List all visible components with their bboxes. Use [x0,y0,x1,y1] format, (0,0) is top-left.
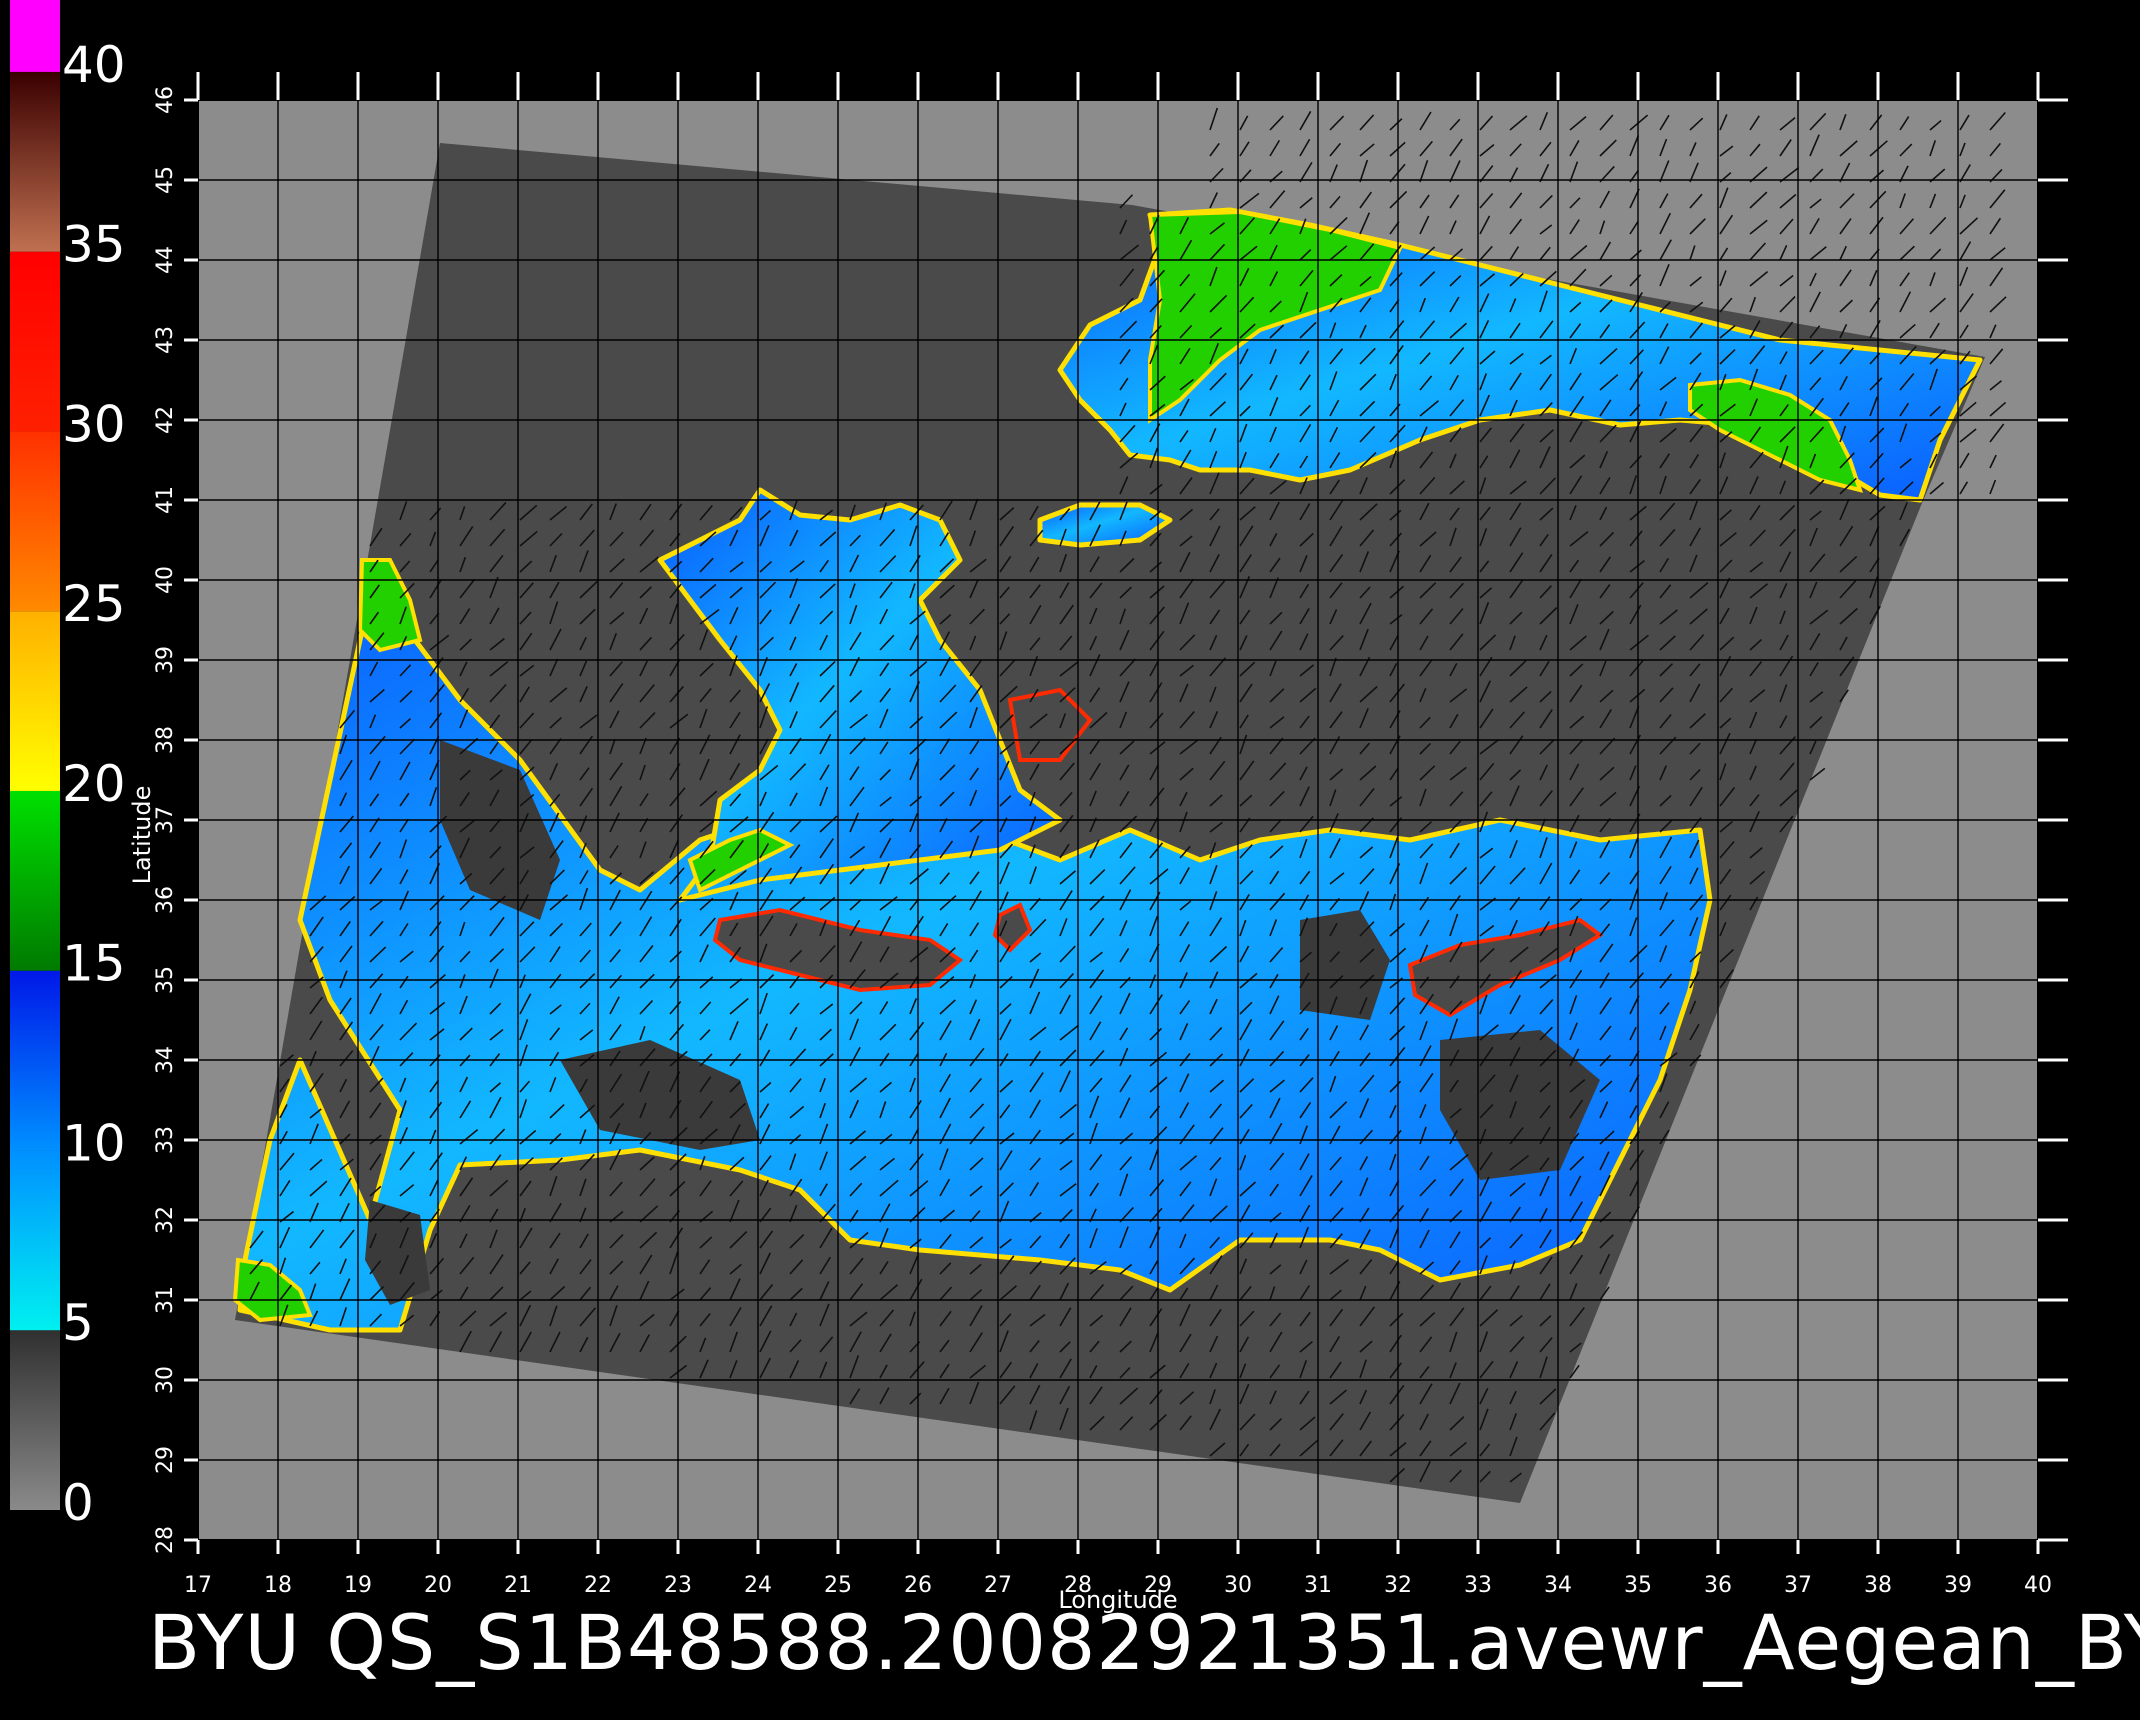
latitude-tick-label: 33 [153,1126,178,1154]
longitude-tick-label: 35 [1624,1573,1652,1598]
longitude-tick-label: 38 [1864,1573,1892,1598]
colorbar-segment [10,790,60,971]
latitude-tick-label: 40 [153,566,178,594]
colorbar-segment [10,611,60,791]
colorbar-segment [10,970,60,1151]
longitude-tick-label: 18 [264,1573,292,1598]
colorbar-label: 5 [62,1294,94,1352]
longitude-tick-label: 40 [2024,1573,2052,1598]
longitude-tick-label: 20 [424,1573,452,1598]
longitude-tick-label: 32 [1384,1573,1412,1598]
latitude-tick-label: 38 [153,726,178,754]
colorbar-segment [10,71,60,252]
longitude-tick-label: 25 [824,1573,852,1598]
colorbar-label: 15 [62,935,126,993]
longitude-tick-label: 23 [664,1573,692,1598]
longitude-tick-label: 36 [1704,1573,1732,1598]
latitude-tick-label: 44 [153,246,178,274]
latitude-tick-label: 45 [153,166,178,194]
latitude-tick-label: 31 [153,1286,178,1314]
colorbar-label: 30 [62,395,126,453]
colorbar-segment [10,0,60,72]
longitude-tick-label: 31 [1304,1573,1332,1598]
latitude-tick-label: 37 [153,806,178,834]
colorbar-label: 20 [62,755,126,813]
longitude-tick-label: 37 [1784,1573,1812,1598]
longitude-tick-label: 19 [344,1573,372,1598]
longitude-tick-label: 26 [904,1573,932,1598]
colorbar-segment [10,431,60,612]
latitude-tick-label: 43 [153,326,178,354]
wind-map-figure: 0510152025303540 17 18 19 20 21 22 23 24… [0,0,2140,1720]
latitude-tick-label: 36 [153,886,178,914]
colorbar-segment [10,1330,60,1510]
longitude-tick-label: 30 [1224,1573,1252,1598]
colorbar-label: 35 [62,216,126,274]
colorbar-label: 10 [62,1114,126,1172]
longitude-tick-label: 24 [744,1573,772,1598]
latitude-tick-label: 34 [153,1046,178,1074]
colorbar-segment [10,251,60,432]
longitude-tick-label: 17 [184,1573,212,1598]
longitude-tick-label: 27 [984,1573,1012,1598]
colorbar [10,0,60,1510]
longitude-tick-label: 34 [1544,1573,1572,1598]
longitude-tick-label: 21 [504,1573,532,1598]
figure-caption: BYU QS_S1B48588.20082921351.avewr_Aegean… [148,1598,2140,1687]
colorbar-label: 0 [62,1474,94,1532]
longitude-tick-label: 33 [1464,1573,1492,1598]
latitude-tick-label: 28 [153,1526,178,1554]
latitude-tick-label: 32 [153,1206,178,1234]
latitude-tick-label: 35 [153,966,178,994]
latitude-tick-label: 41 [153,486,178,514]
latitude-tick-label: 39 [153,646,178,674]
colorbar-segment [10,1150,60,1331]
y-axis-label: Latitude [128,786,156,885]
latitude-tick-label: 29 [153,1446,178,1474]
latitude-tick-label: 46 [153,86,178,114]
colorbar-label: 25 [62,575,126,633]
latitude-tick-label: 42 [153,406,178,434]
latitude-tick-label: 30 [153,1366,178,1394]
colorbar-label: 40 [62,36,126,94]
longitude-tick-label: 39 [1944,1573,1972,1598]
longitude-tick-label: 22 [584,1573,612,1598]
